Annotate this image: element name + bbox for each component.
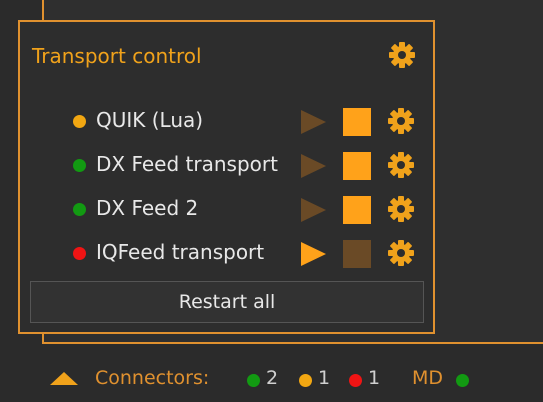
panel-title: Transport control xyxy=(32,44,202,68)
transport-label: DX Feed 2 xyxy=(96,196,199,220)
stop-icon[interactable] xyxy=(343,152,371,180)
transport-row: QUIK (Lua) xyxy=(20,101,437,141)
stop-icon[interactable] xyxy=(343,108,371,136)
red-status-dot xyxy=(349,374,362,387)
red-count: 1 xyxy=(368,367,381,389)
transport-row: DX Feed 2 xyxy=(20,189,437,229)
transport-settings-gear-icon[interactable] xyxy=(386,238,416,268)
transport-label: DX Feed transport xyxy=(96,152,278,176)
transport-control-panel: Transport control QUIK (Lua) DX Feed tra… xyxy=(18,20,435,334)
play-icon[interactable] xyxy=(299,152,327,180)
transport-label: QUIK (Lua) xyxy=(96,108,204,132)
green-status-dot xyxy=(247,374,260,387)
transport-row: DX Feed transport xyxy=(20,145,437,185)
connectors-label[interactable]: Connectors: xyxy=(95,367,209,389)
md-status-dot xyxy=(456,374,469,387)
status-dot xyxy=(73,203,86,216)
panel-settings-gear-icon[interactable] xyxy=(387,40,417,70)
md-label: MD xyxy=(412,367,444,389)
transport-settings-gear-icon[interactable] xyxy=(386,194,416,224)
transport-label: IQFeed transport xyxy=(96,240,265,264)
transport-settings-gear-icon[interactable] xyxy=(386,150,416,180)
play-icon[interactable] xyxy=(299,196,327,224)
stop-icon[interactable] xyxy=(343,240,371,268)
chevron-up-icon[interactable] xyxy=(50,372,78,385)
yellow-count: 1 xyxy=(318,367,331,389)
status-dot xyxy=(73,247,86,260)
restart-all-button[interactable]: Restart all xyxy=(30,281,424,323)
status-dot xyxy=(73,159,86,172)
green-count: 2 xyxy=(266,367,279,389)
transport-row: IQFeed transport xyxy=(20,233,437,273)
transport-settings-gear-icon[interactable] xyxy=(386,106,416,136)
stop-icon[interactable] xyxy=(343,196,371,224)
play-icon[interactable] xyxy=(299,108,327,136)
status-dot xyxy=(73,115,86,128)
yellow-status-dot xyxy=(299,374,312,387)
status-bar: Connectors: 2 1 1 MD xyxy=(0,355,543,402)
play-icon[interactable] xyxy=(299,240,327,268)
